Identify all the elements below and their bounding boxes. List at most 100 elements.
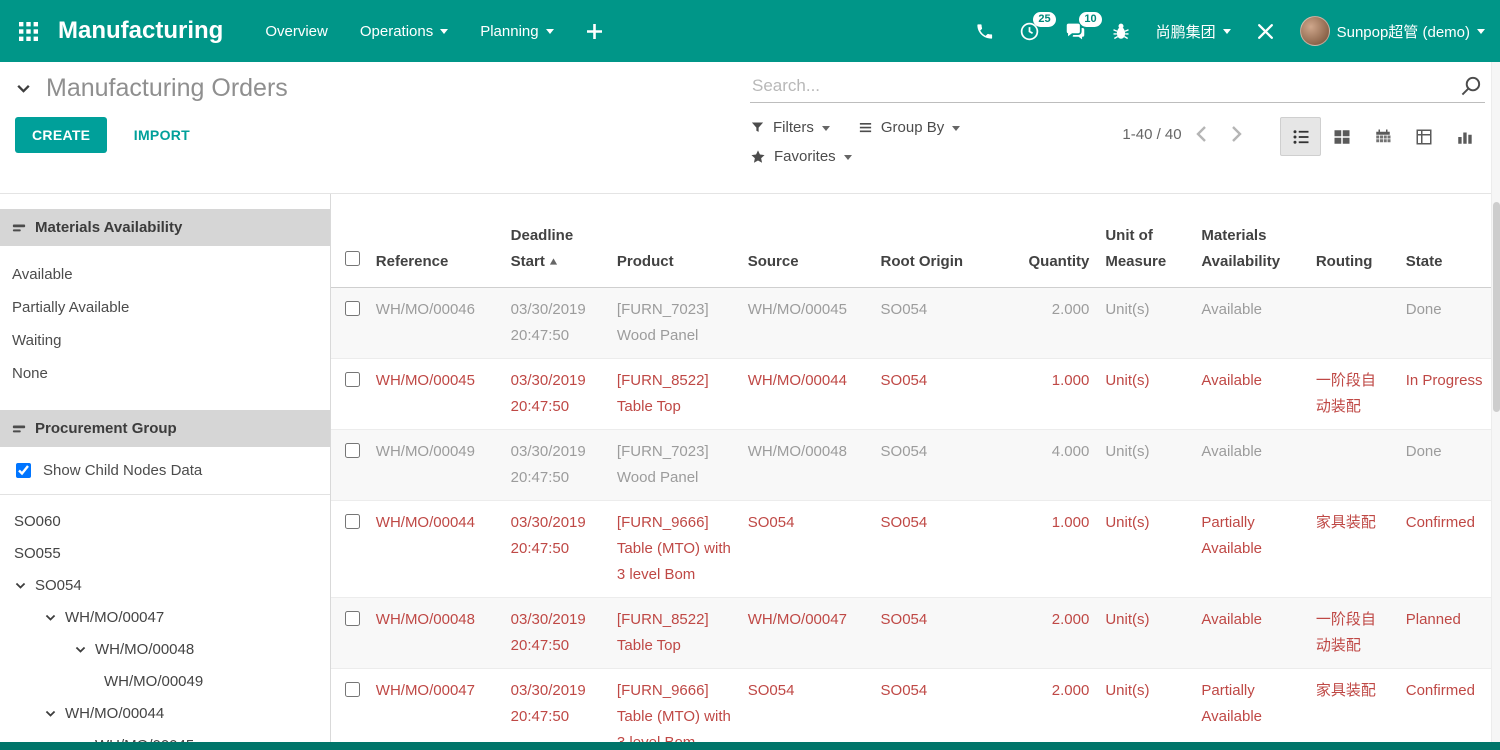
row-checkbox[interactable]: [345, 514, 360, 529]
menu-planning-label: Planning: [480, 23, 538, 40]
order-row[interactable]: WH/MO/0004703/30/2019 20:47:50[FURN_9666…: [331, 669, 1500, 750]
user-menu[interactable]: Sunpop超管 (demo): [1300, 16, 1485, 46]
row-checkbox[interactable]: [345, 682, 360, 697]
order-row[interactable]: WH/MO/0004903/30/2019 20:47:50[FURN_7023…: [331, 430, 1500, 501]
row-checkbox-cell[interactable]: [331, 430, 368, 501]
order-row[interactable]: WH/MO/0004403/30/2019 20:47:50[FURN_9666…: [331, 501, 1500, 598]
create-button[interactable]: CREATE: [15, 117, 107, 153]
kanban-view-icon: [1333, 128, 1351, 146]
company-menu[interactable]: 尚鹏集团: [1156, 21, 1231, 42]
select-all-cell[interactable]: [331, 209, 368, 288]
filter-waiting[interactable]: Waiting: [0, 324, 330, 357]
import-button[interactable]: IMPORT: [128, 126, 196, 144]
favorites-menu[interactable]: Favorites: [750, 148, 852, 165]
tree-node[interactable]: SO054: [0, 569, 330, 601]
row-checkbox[interactable]: [345, 372, 360, 387]
order-row[interactable]: WH/MO/0004503/30/2019 20:47:50[FURN_8522…: [331, 359, 1500, 430]
tree-node[interactable]: SO060: [0, 505, 330, 537]
orders-table-body: WH/MO/0004603/30/2019 20:47:50[FURN_7023…: [331, 288, 1500, 750]
scrollbar-thumb[interactable]: [1493, 202, 1500, 412]
col-quantity[interactable]: Quantity: [1003, 209, 1097, 288]
search-input[interactable]: [750, 75, 1458, 97]
navbar-left: Manufacturing Overview Operations Planni…: [15, 17, 635, 45]
tree-node[interactable]: SO055: [0, 537, 330, 569]
cell-availability: Available: [1193, 598, 1307, 669]
cell-root-origin: SO054: [873, 501, 1004, 598]
tree-node-label: SO055: [14, 545, 61, 562]
order-row[interactable]: WH/MO/0004603/30/2019 20:47:50[FURN_7023…: [331, 288, 1500, 359]
view-pivot-button[interactable]: [1403, 117, 1444, 156]
tree-node[interactable]: WH/MO/00047: [0, 601, 330, 633]
messages-button[interactable]: 10: [1065, 21, 1086, 42]
chevron-down-icon: [1477, 29, 1485, 38]
row-checkbox[interactable]: [345, 611, 360, 626]
cell-availability: Partially Available: [1193, 669, 1307, 750]
row-checkbox-cell[interactable]: [331, 501, 368, 598]
plus-icon: [586, 23, 603, 40]
col-source[interactable]: Source: [740, 209, 873, 288]
filter-available[interactable]: Available: [0, 258, 330, 291]
tree-node[interactable]: WH/MO/00048: [0, 633, 330, 665]
activities-button[interactable]: 25: [1019, 21, 1040, 42]
col-materials-availability[interactable]: Materials Availability: [1193, 209, 1307, 288]
row-checkbox-cell[interactable]: [331, 598, 368, 669]
cell-state: Done: [1398, 288, 1500, 359]
caret-down-icon: [44, 611, 57, 624]
main-menu: Overview Operations Planning: [265, 23, 634, 40]
pager-next-button[interactable]: [1219, 121, 1254, 147]
bug-icon: [1111, 21, 1131, 41]
row-checkbox-cell[interactable]: [331, 359, 368, 430]
table-header-row: Reference Deadline Start Product Source …: [331, 209, 1500, 288]
horizontal-scrollbar[interactable]: [0, 742, 1500, 750]
apps-menu-button[interactable]: [15, 18, 42, 45]
cell-root-origin: SO054: [873, 430, 1004, 501]
show-child-nodes-toggle[interactable]: Show Child Nodes Data: [0, 447, 330, 495]
voip-phone-button[interactable]: [975, 22, 994, 41]
breadcrumb[interactable]: Manufacturing Orders: [15, 74, 288, 103]
col-root-origin[interactable]: Root Origin: [873, 209, 1004, 288]
cell-reference: WH/MO/00045: [368, 359, 503, 430]
search-icon[interactable]: [1458, 74, 1485, 97]
row-checkbox-cell[interactable]: [331, 669, 368, 750]
menu-operations[interactable]: Operations: [360, 23, 448, 40]
select-all-checkbox[interactable]: [345, 251, 360, 266]
vertical-scrollbar[interactable]: [1491, 62, 1500, 742]
list-view: Reference Deadline Start Product Source …: [331, 194, 1500, 750]
col-routing[interactable]: Routing: [1308, 209, 1398, 288]
col-deadline-start[interactable]: Deadline Start: [503, 209, 609, 288]
row-checkbox-cell[interactable]: [331, 288, 368, 359]
col-reference[interactable]: Reference: [368, 209, 503, 288]
filter-partially-available[interactable]: Partially Available: [0, 291, 330, 324]
tree-node[interactable]: WH/MO/00049: [0, 665, 330, 697]
tools-button[interactable]: [1256, 22, 1275, 41]
quick-create-button[interactable]: [586, 23, 603, 40]
row-checkbox[interactable]: [345, 301, 360, 316]
cell-routing: [1308, 430, 1398, 501]
col-product[interactable]: Product: [609, 209, 740, 288]
search-options: Filters Group By Favorites: [750, 117, 1120, 177]
view-list-button[interactable]: [1280, 117, 1321, 156]
cell-reference: WH/MO/00049: [368, 430, 503, 501]
tree-node[interactable]: WH/MO/00044: [0, 697, 330, 729]
pager-previous-button[interactable]: [1184, 121, 1219, 147]
group-by-menu[interactable]: Group By: [858, 119, 960, 136]
order-row[interactable]: WH/MO/0004803/30/2019 20:47:50[FURN_8522…: [331, 598, 1500, 669]
cell-state: Planned: [1398, 598, 1500, 669]
col-state[interactable]: State: [1398, 209, 1500, 288]
view-graph-button[interactable]: [1444, 117, 1485, 156]
cell-availability: Available: [1193, 359, 1307, 430]
view-calendar-button[interactable]: [1362, 117, 1403, 156]
app-title[interactable]: Manufacturing: [58, 17, 223, 45]
breadcrumb-chevron-icon: [15, 80, 32, 97]
cell-uom: Unit(s): [1097, 598, 1193, 669]
col-unit-of-measure[interactable]: Unit of Measure: [1097, 209, 1193, 288]
debug-button[interactable]: [1111, 21, 1131, 41]
filter-none[interactable]: None: [0, 357, 330, 390]
menu-planning[interactable]: Planning: [480, 23, 553, 40]
row-checkbox[interactable]: [345, 443, 360, 458]
show-child-nodes-checkbox[interactable]: [16, 463, 31, 478]
menu-overview[interactable]: Overview: [265, 23, 328, 40]
view-kanban-button[interactable]: [1321, 117, 1362, 156]
filters-menu[interactable]: Filters: [750, 119, 830, 136]
chevron-down-icon: [546, 29, 554, 38]
